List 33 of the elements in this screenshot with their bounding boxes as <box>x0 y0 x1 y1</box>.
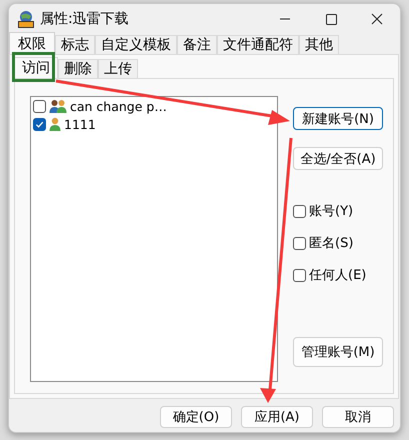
dialog-button[interactable]: 确定(O) <box>160 406 232 428</box>
account-button[interactable]: 全选/全否(A) <box>293 147 383 170</box>
minimize-icon <box>280 18 290 20</box>
sub-tab[interactable]: 删除 <box>58 59 98 78</box>
option-label: 匿名(S) <box>309 235 354 252</box>
sub-tab[interactable]: 访问 <box>14 57 58 78</box>
user-icon <box>49 117 61 131</box>
account-button[interactable]: 新建账号(N) <box>293 107 383 130</box>
tab[interactable]: 其他 <box>299 35 339 54</box>
app-icon <box>17 10 35 28</box>
option-label: 账号(Y) <box>309 203 354 220</box>
checkbox[interactable] <box>293 268 306 282</box>
users-icon <box>49 99 67 113</box>
tab[interactable]: 自定义模板 <box>95 35 177 54</box>
tab[interactable]: 权限 <box>9 32 55 54</box>
account-list[interactable]: can change p… 1111 <box>30 96 278 382</box>
sub-tab[interactable]: 上传 <box>98 59 138 78</box>
checkbox[interactable] <box>33 118 46 130</box>
checkmark-icon <box>35 120 44 128</box>
tab[interactable]: 标志 <box>55 35 95 54</box>
dialog-button[interactable]: 取消 <box>322 406 394 428</box>
tab[interactable]: 文件通配符 <box>217 35 299 54</box>
checkbox[interactable] <box>293 204 306 218</box>
dialog-button[interactable]: 应用(A) <box>241 406 313 428</box>
window-title: 属性:迅雷下载 <box>40 10 130 28</box>
option-label: 任何人(E) <box>309 267 366 284</box>
tab[interactable]: 备注 <box>177 35 217 54</box>
account-name: 1111 <box>64 116 96 132</box>
highlight-frame <box>12 52 55 82</box>
checkbox[interactable] <box>293 236 306 250</box>
checkbox[interactable] <box>33 100 46 112</box>
account-name: can change p… <box>70 98 167 114</box>
account-button[interactable]: 管理账号(M) <box>293 337 383 367</box>
